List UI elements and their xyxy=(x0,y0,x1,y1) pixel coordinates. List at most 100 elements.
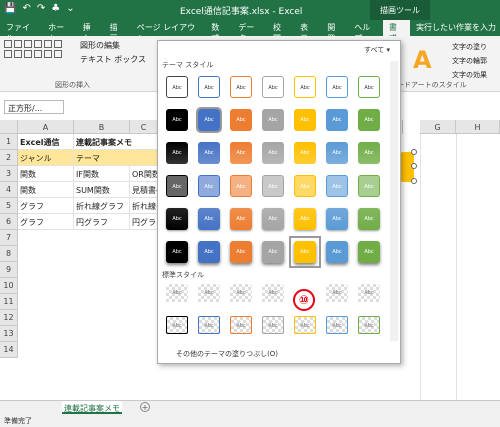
touch-mode-icon[interactable]: ♣ xyxy=(51,3,60,14)
tab-view[interactable]: 表示 xyxy=(294,20,321,43)
row-header[interactable]: 2 xyxy=(0,150,18,166)
theme-style-swatch[interactable]: Abc xyxy=(326,76,348,98)
standard-style-swatch[interactable]: Abc xyxy=(358,284,380,302)
standard-style-swatch[interactable]: Abc xyxy=(198,284,220,302)
select-all[interactable] xyxy=(0,120,18,134)
cell-b4[interactable]: SUM関数 xyxy=(74,182,130,198)
theme-style-swatch[interactable]: Abc xyxy=(196,107,222,133)
add-sheet-button[interactable]: + xyxy=(140,402,150,412)
gallery-scrollbar[interactable] xyxy=(390,61,398,341)
theme-style-swatch[interactable]: Abc xyxy=(230,76,252,98)
theme-style-swatch[interactable]: Abc xyxy=(294,76,316,98)
sheet-tab[interactable]: 連載記事案メモ xyxy=(62,401,122,414)
tab-help[interactable]: ヘルプ xyxy=(348,20,383,43)
theme-style-swatch[interactable]: Abc xyxy=(262,241,284,263)
standard-style-swatch[interactable]: Abc xyxy=(326,316,348,334)
cell-b2[interactable]: テーマ xyxy=(74,150,158,166)
col-header-h[interactable]: H xyxy=(456,120,500,134)
col-header-g[interactable]: G xyxy=(420,120,456,134)
theme-style-swatch[interactable]: Abc xyxy=(262,76,284,98)
standard-style-swatch[interactable]: Abc xyxy=(294,316,316,334)
cell-c4[interactable]: 見積書の合 xyxy=(130,182,158,198)
theme-style-swatch[interactable]: Abc xyxy=(166,142,188,164)
theme-style-swatch[interactable]: Abc xyxy=(294,109,316,131)
tab-review[interactable]: 校閲 xyxy=(267,20,294,43)
theme-style-swatch[interactable]: Abc xyxy=(294,208,316,230)
cell-a6[interactable]: グラフ xyxy=(18,214,74,230)
cell-b3[interactable]: IF関数 xyxy=(74,166,130,182)
all-styles-dropdown[interactable]: すべて ▾ xyxy=(364,45,390,55)
row-header[interactable]: 6 xyxy=(0,214,18,230)
standard-style-swatch[interactable]: Abc xyxy=(198,316,220,334)
cell-a4[interactable]: 関数 xyxy=(18,182,74,198)
theme-style-swatch[interactable]: Abc xyxy=(230,208,252,230)
row-header[interactable]: 9 xyxy=(0,262,18,278)
customize-qat-icon[interactable]: ⌄ xyxy=(66,3,74,14)
theme-style-swatch[interactable]: Abc xyxy=(358,142,380,164)
tab-formulas[interactable]: 数式 xyxy=(205,20,232,43)
theme-style-swatch[interactable]: Abc xyxy=(198,241,220,263)
cell-a5[interactable]: グラフ xyxy=(18,198,74,214)
col-header-c[interactable]: C xyxy=(130,120,158,134)
row-header[interactable]: 13 xyxy=(0,326,18,342)
theme-style-swatch[interactable]: Abc xyxy=(198,142,220,164)
tab-page-layout[interactable]: ページ レイアウト xyxy=(131,20,206,43)
theme-style-swatch[interactable]: Abc xyxy=(326,109,348,131)
theme-style-swatch[interactable]: Abc xyxy=(198,208,220,230)
resize-handle[interactable] xyxy=(411,163,417,169)
name-box[interactable]: 正方形/... xyxy=(4,100,64,114)
resize-handle[interactable] xyxy=(411,149,417,155)
standard-style-swatch[interactable]: Abc xyxy=(166,284,188,302)
row-header[interactable]: 10 xyxy=(0,278,18,294)
theme-style-swatch[interactable]: Abc xyxy=(198,175,220,197)
edit-shape-button[interactable]: 図形の編集 xyxy=(80,40,120,51)
row-header[interactable]: 5 xyxy=(0,198,18,214)
theme-style-swatch[interactable]: Abc xyxy=(198,76,220,98)
theme-style-swatch[interactable]: Abc xyxy=(166,208,188,230)
theme-style-swatch[interactable]: Abc xyxy=(166,241,188,263)
cell-a3[interactable]: 関数 xyxy=(18,166,74,182)
cell-a1[interactable]: Excel通信 xyxy=(18,134,74,150)
col-header-a[interactable]: A xyxy=(18,120,74,134)
tab-data[interactable]: データ xyxy=(232,20,267,43)
theme-style-swatch[interactable]: Abc xyxy=(166,109,188,131)
text-effects-button[interactable]: 文字の効果 xyxy=(452,68,487,82)
theme-style-swatch[interactable]: Abc xyxy=(326,241,348,263)
cell-a2[interactable]: ジャンル xyxy=(18,150,74,166)
theme-style-swatch[interactable]: Abc xyxy=(358,109,380,131)
theme-style-swatch[interactable]: Abc xyxy=(358,175,380,197)
resize-handle[interactable] xyxy=(411,178,417,184)
cell-c6[interactable]: 円グラフの xyxy=(130,214,158,230)
theme-style-swatch[interactable]: Abc xyxy=(294,175,316,197)
row-header[interactable]: 3 xyxy=(0,166,18,182)
theme-style-swatch[interactable]: Abc xyxy=(230,241,252,263)
theme-style-swatch[interactable]: Abc xyxy=(230,109,252,131)
theme-style-swatch[interactable]: Abc xyxy=(262,208,284,230)
wordart-a-icon[interactable]: A xyxy=(413,46,432,74)
cell-b5[interactable]: 折れ線グラフ xyxy=(74,198,130,214)
row-header[interactable]: 14 xyxy=(0,342,18,358)
theme-style-swatch[interactable]: Abc xyxy=(262,175,284,197)
standard-style-swatch[interactable]: Abc xyxy=(166,316,188,334)
standard-style-swatch[interactable]: Abc xyxy=(262,316,284,334)
tab-developer[interactable]: 開発 xyxy=(321,20,348,43)
row-header[interactable]: 8 xyxy=(0,246,18,262)
tab-home[interactable]: ホーム xyxy=(42,20,76,43)
row-header[interactable]: 1 xyxy=(0,134,18,150)
row-header[interactable]: 4 xyxy=(0,182,18,198)
standard-style-swatch[interactable]: Abc xyxy=(230,284,252,302)
tab-draw[interactable]: 描画 xyxy=(104,20,131,43)
theme-style-swatch[interactable]: Abc xyxy=(230,142,252,164)
theme-style-swatch[interactable]: Abc xyxy=(326,208,348,230)
theme-style-swatch[interactable]: Abc xyxy=(326,175,348,197)
theme-style-swatch[interactable]: Abc xyxy=(358,241,380,263)
theme-style-swatch[interactable]: Abc xyxy=(166,175,188,197)
standard-style-swatch[interactable]: Abc xyxy=(326,284,348,302)
tell-me-search[interactable]: 実行したい作業を入力 xyxy=(410,20,500,36)
text-outline-button[interactable]: 文字の輪郭 xyxy=(452,54,487,68)
theme-style-swatch[interactable]: Abc xyxy=(326,142,348,164)
row-header[interactable]: 11 xyxy=(0,294,18,310)
shapes-gallery[interactable] xyxy=(4,40,64,58)
standard-style-swatch[interactable]: Abc xyxy=(358,316,380,334)
theme-style-swatch[interactable]: Abc xyxy=(262,109,284,131)
